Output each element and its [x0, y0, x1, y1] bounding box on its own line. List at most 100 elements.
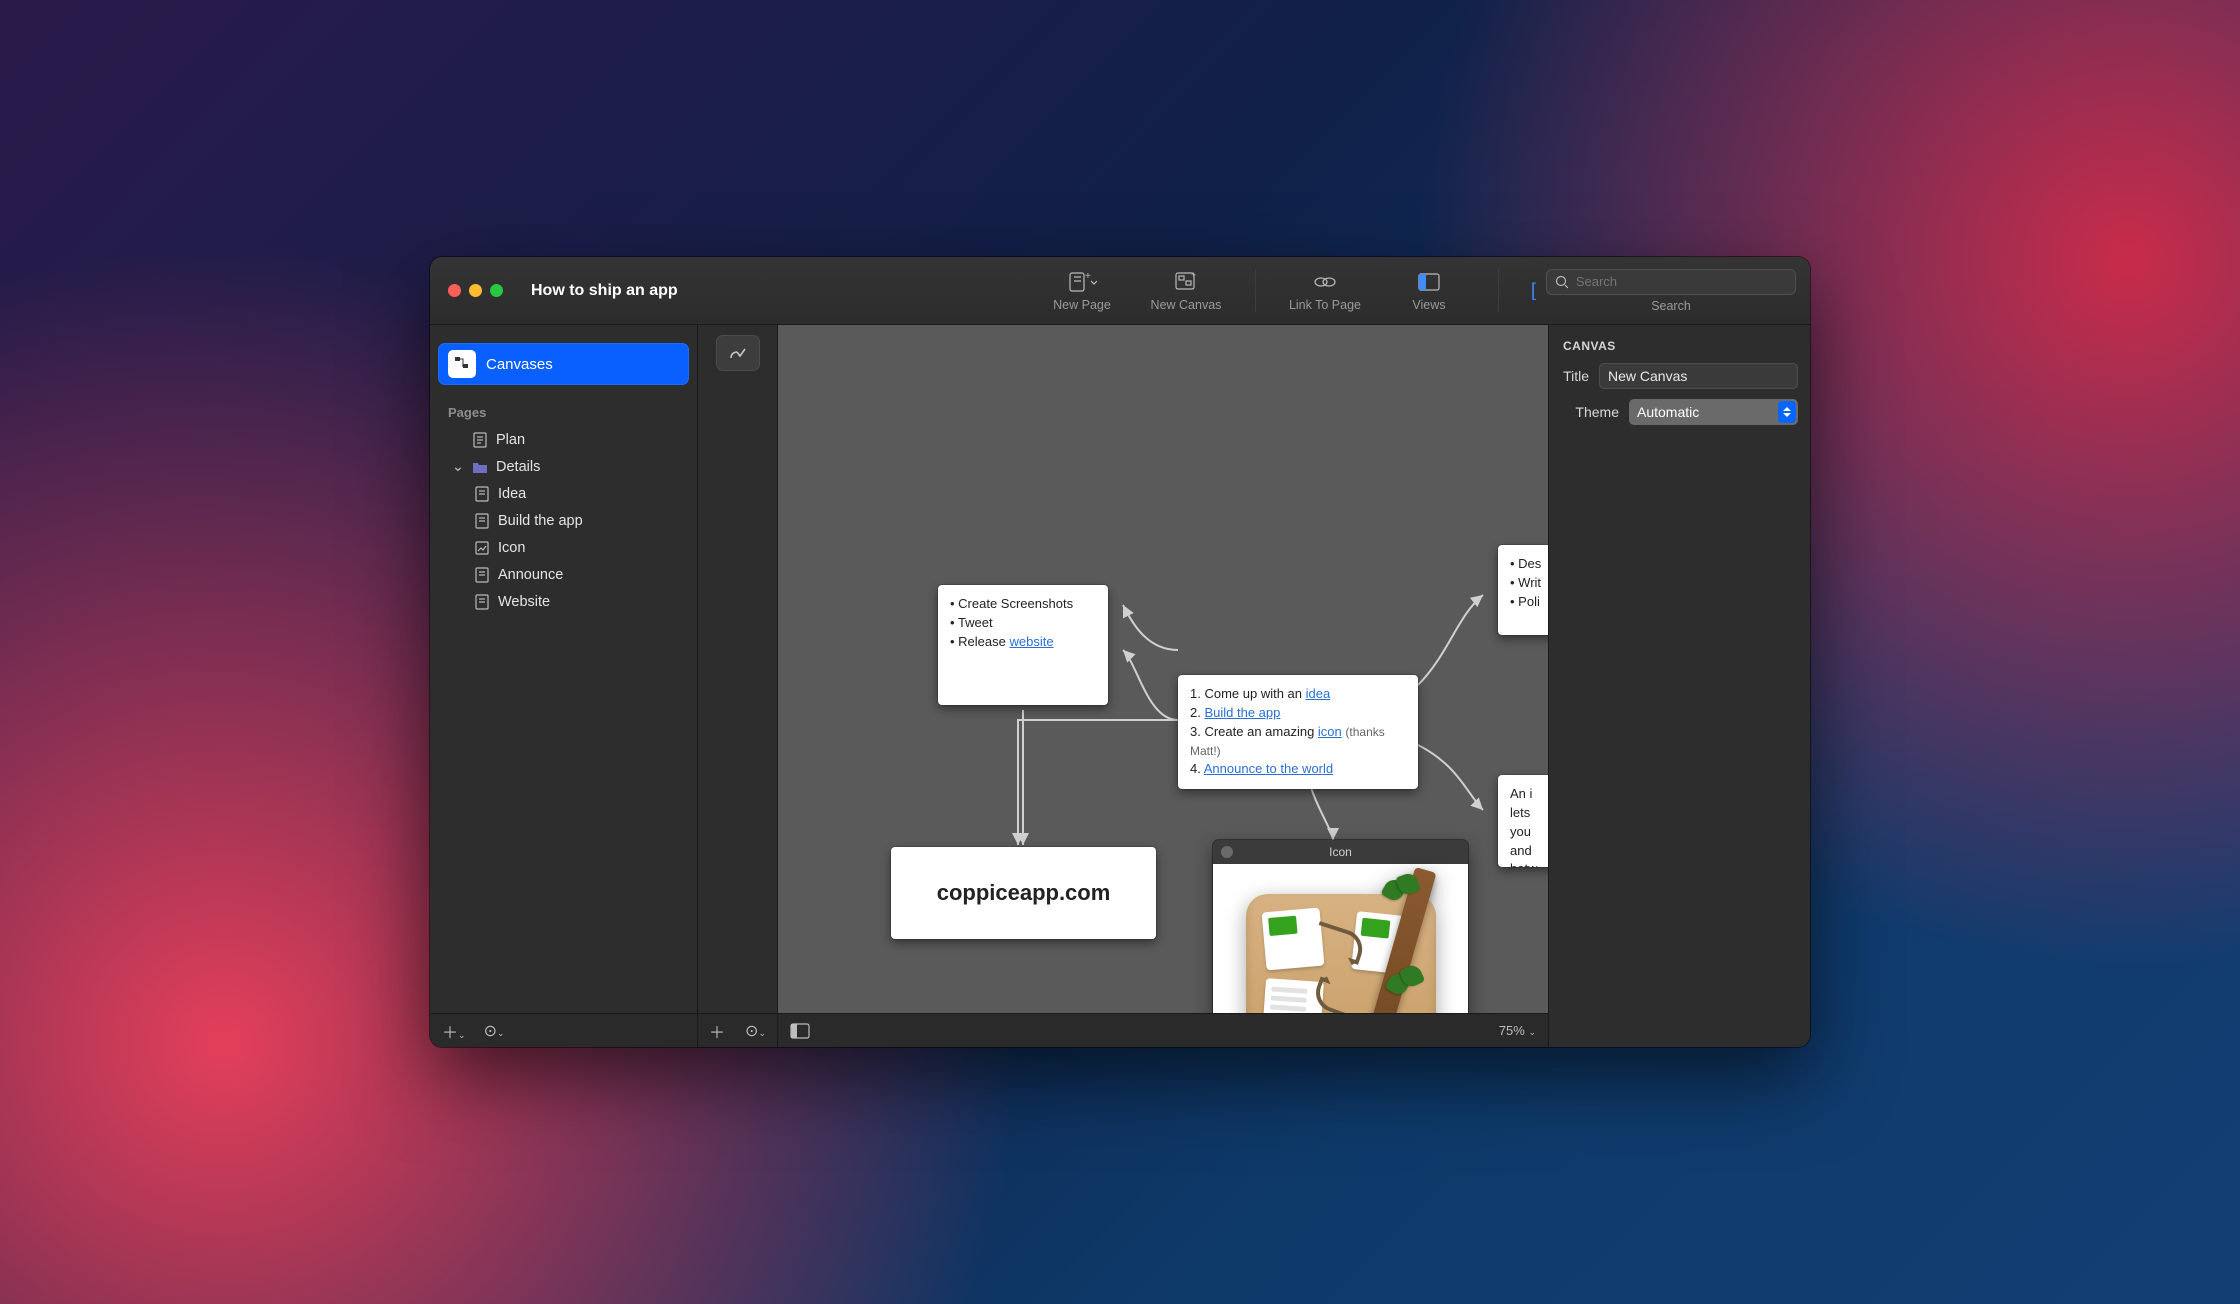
link-icon [1312, 270, 1338, 294]
inspector-title-input[interactable] [1599, 363, 1798, 389]
close-window-button[interactable] [448, 284, 461, 297]
chevron-down-icon[interactable]: ⌄ [452, 459, 464, 475]
search-label: Search [1651, 299, 1691, 313]
action-menu-button[interactable]: ⊙⌄ [484, 1021, 505, 1041]
page-tree: Plan ⌄ Details Idea Build the app [430, 426, 697, 615]
canvas-card-partial-top[interactable]: • Des • Writ • Poli [1498, 545, 1548, 635]
inspector-theme-select[interactable]: Automatic [1629, 399, 1798, 425]
views-label: Views [1412, 298, 1445, 312]
svg-text:+: + [1085, 271, 1091, 282]
link-idea[interactable]: idea [1306, 686, 1331, 701]
sidebar-footer: ＋⌄ ⊙⌄ [430, 1013, 697, 1047]
canvases-icon [448, 350, 476, 378]
tree-label: Idea [498, 486, 526, 502]
link-icon[interactable]: icon [1318, 724, 1342, 739]
text: and [1510, 843, 1532, 858]
search-input-wrap[interactable] [1546, 269, 1796, 295]
text: An i [1510, 786, 1532, 801]
tree-label: Website [498, 594, 550, 610]
toolbar: + New Page + New Canvas Link To Page [1045, 257, 1810, 324]
canvas-viewport[interactable]: • Create Screenshots • Tweet • Release w… [778, 325, 1548, 1013]
sidebar-tab-label: Canvases [486, 356, 553, 373]
tree-item-details[interactable]: ⌄ Details [438, 453, 689, 480]
minimize-window-button[interactable] [469, 284, 482, 297]
tree-item-plan[interactable]: Plan [438, 426, 689, 453]
sidebar-tab-canvases[interactable]: Canvases [438, 343, 689, 385]
tree-label: Plan [496, 432, 525, 448]
zoom-level[interactable]: 75% ⌄ [1499, 1023, 1536, 1038]
close-icon[interactable] [1221, 846, 1233, 858]
inspector-title-label: Title [1561, 368, 1589, 384]
new-canvas-label: New Canvas [1151, 298, 1222, 312]
text: Writ [1518, 575, 1541, 590]
text: Tweet [958, 615, 993, 630]
select-value: Automatic [1637, 404, 1699, 420]
inspector-section-title: CANVAS [1563, 339, 1798, 353]
sidebar: Canvases Pages Plan ⌄ Details [430, 325, 698, 1047]
canvas-card-icon-window[interactable]: Icon [1213, 840, 1468, 1013]
text: you [1510, 824, 1531, 839]
canvas-thumb-button[interactable] [716, 335, 760, 371]
tree-item-announce[interactable]: Announce [438, 561, 689, 588]
tree-item-website[interactable]: Website [438, 588, 689, 615]
icon-window-body [1213, 864, 1468, 1013]
text: Create Screenshots [958, 596, 1073, 611]
search-input[interactable] [1574, 273, 1787, 290]
search-icon [1555, 275, 1568, 289]
search-group: Search [1546, 257, 1796, 324]
inspector-theme-label: Theme [1561, 404, 1619, 420]
text: Release [958, 634, 1009, 649]
views-button[interactable]: Views [1392, 257, 1466, 324]
tree-label: Build the app [498, 513, 583, 529]
text: lets [1510, 805, 1530, 820]
titlebar: How to ship an app + New Page + New Canv… [430, 257, 1810, 325]
canvas-card-website[interactable]: coppiceapp.com [891, 847, 1156, 939]
icon-window-title: Icon [1329, 845, 1352, 859]
new-page-label: New Page [1053, 298, 1111, 312]
zoom-window-button[interactable] [490, 284, 503, 297]
text: Come up with an [1204, 686, 1305, 701]
tree-item-icon[interactable]: Icon [438, 534, 689, 561]
link-website[interactable]: website [1009, 634, 1053, 649]
page-icon [472, 432, 488, 448]
new-page-icon: + [1067, 270, 1097, 294]
page-icon [474, 486, 490, 502]
add-canvas-button[interactable]: ＋ [709, 1019, 725, 1043]
canvas-action-menu[interactable]: ⊙⌄ [745, 1021, 766, 1041]
window-controls [430, 257, 521, 324]
tree-label: Icon [498, 540, 525, 556]
text: betw [1510, 861, 1537, 867]
text: Poli [1518, 594, 1540, 609]
text: Create an amazing [1204, 724, 1317, 739]
link-to-page-button[interactable]: Link To Page [1288, 257, 1362, 324]
text: Des [1518, 556, 1541, 571]
window-title: How to ship an app [521, 257, 684, 324]
tree-item-idea[interactable]: Idea [438, 480, 689, 507]
new-canvas-icon: + [1174, 270, 1198, 294]
app-window: How to ship an app + New Page + New Canv… [430, 257, 1810, 1047]
canvas-statusbar: 75% ⌄ [778, 1013, 1548, 1047]
add-button[interactable]: ＋⌄ [442, 1019, 466, 1043]
svg-text:+: + [1191, 271, 1196, 280]
new-canvas-button[interactable]: + New Canvas [1149, 257, 1223, 324]
image-icon [474, 540, 490, 556]
link-to-page-label: Link To Page [1289, 298, 1361, 312]
new-page-button[interactable]: + New Page [1045, 257, 1119, 324]
app-icon-illustration [1236, 874, 1446, 1013]
link-announce[interactable]: Announce to the world [1204, 761, 1333, 776]
toggle-inspector-button[interactable] [790, 1023, 810, 1039]
page-icon [474, 594, 490, 610]
tree-label: Details [496, 459, 540, 475]
page-icon [474, 513, 490, 529]
canvas-card-steps[interactable]: 1. Come up with an idea 2. Build the app… [1178, 675, 1418, 789]
folder-icon [472, 459, 488, 475]
inspector-panel: CANVAS Title Theme Automatic [1548, 325, 1810, 1047]
link-build[interactable]: Build the app [1204, 705, 1280, 720]
canvas-card-announce[interactable]: • Create Screenshots • Tweet • Release w… [938, 585, 1108, 705]
text: coppiceapp.com [937, 877, 1111, 909]
page-icon [474, 567, 490, 583]
canvas-card-partial-bottom[interactable]: An i lets you and betw [1498, 775, 1548, 867]
canvas-list-bar: ＋ ⊙⌄ [698, 325, 778, 1047]
tree-item-build[interactable]: Build the app [438, 507, 689, 534]
select-stepper-icon [1778, 401, 1796, 423]
